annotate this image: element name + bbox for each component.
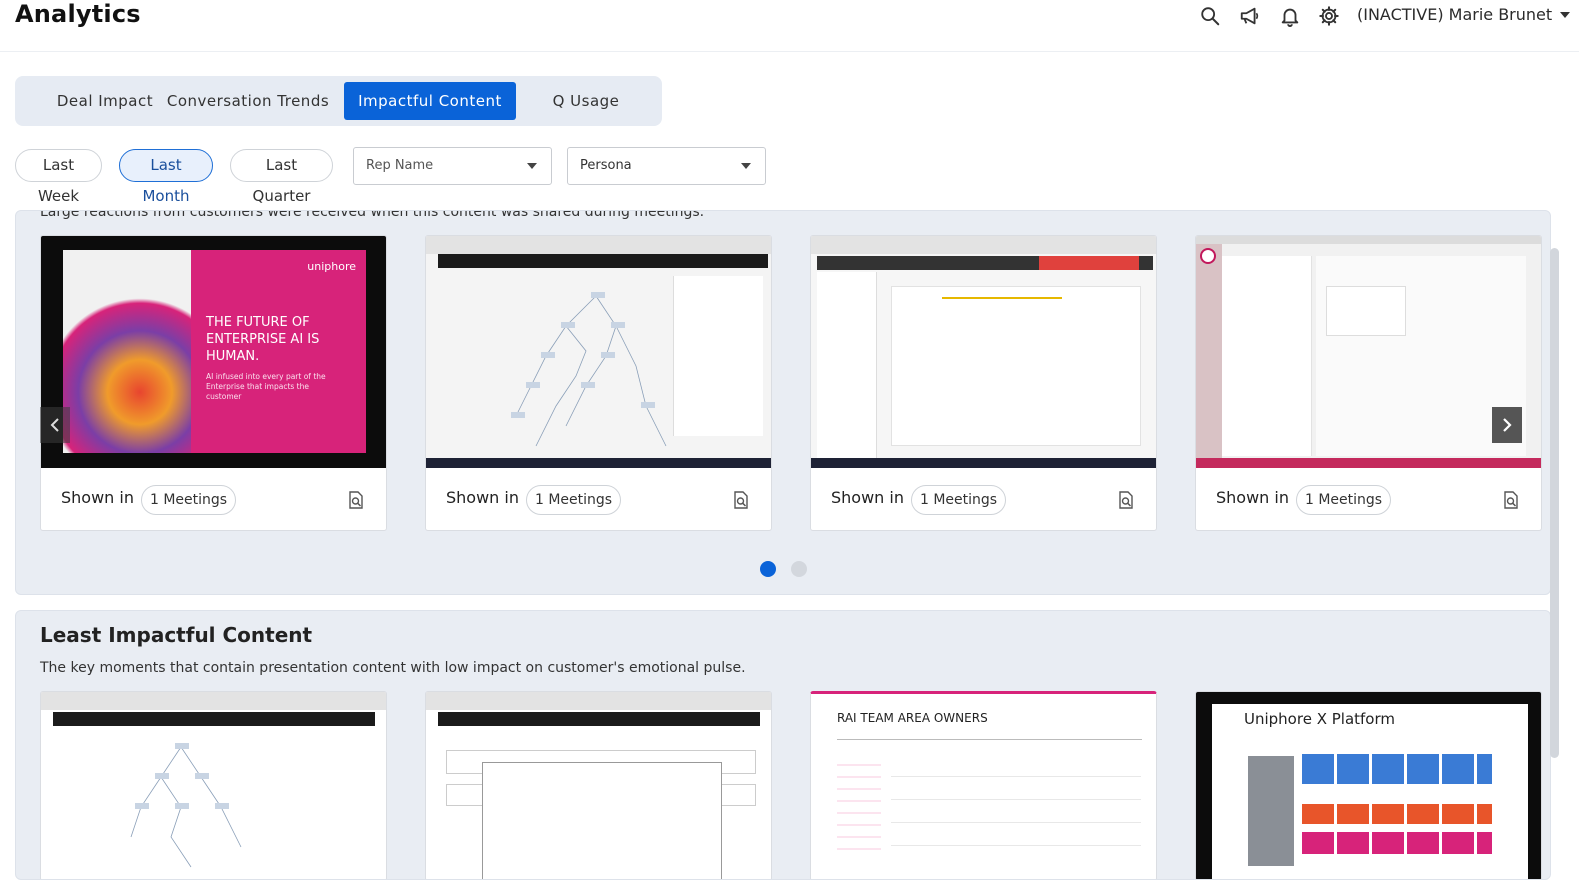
shown-in-label: Shown in — [446, 488, 519, 507]
content-card[interactable]: Uniphore X Platform — [1195, 691, 1542, 879]
slide-heading: THE FUTURE OF ENTERPRISE AI IS HUMAN. — [206, 315, 320, 364]
side-panel — [673, 276, 763, 436]
meetings-count-badge[interactable]: 1 Meetings — [1296, 485, 1392, 515]
gear-icon[interactable] — [1317, 4, 1341, 28]
dock — [1196, 458, 1541, 468]
least-impactful-section: Least Impactful Content The key moments … — [15, 610, 1551, 880]
page-title: Analytics — [15, 0, 141, 28]
error-banner — [1039, 256, 1139, 270]
shown-in-label: Shown in — [1216, 488, 1289, 507]
tab-deal-impact[interactable]: Deal Impact — [30, 82, 180, 120]
app-toolbar — [438, 712, 760, 726]
content-card[interactable]: Shown in 1 Meetings — [1195, 235, 1542, 531]
filter-last-month[interactable]: Last Month — [119, 149, 213, 205]
chat-sidebar — [1196, 244, 1222, 458]
table-body — [891, 754, 1141, 854]
slide-magenta-panel: uniphore THE FUTURE OF ENTERPRISE AI IS … — [191, 250, 366, 453]
shown-in-label: Shown in — [61, 488, 134, 507]
browser-bar — [41, 692, 386, 710]
chat-attachment — [1326, 286, 1406, 336]
taskbar — [811, 458, 1156, 468]
document-search-icon[interactable] — [346, 490, 366, 510]
browser-bar — [426, 236, 771, 254]
flow-diagram — [130, 743, 242, 868]
slide-image: Uniphore X Platform — [1212, 704, 1528, 879]
table-column — [837, 754, 881, 854]
content-card[interactable]: uniphore THE FUTURE OF ENTERPRISE AI IS … — [40, 235, 387, 531]
app-header: Analytics (INACTIVE) Marie Brunet — [0, 0, 1579, 52]
chevron-down-icon — [527, 163, 537, 169]
app-toolbar — [53, 712, 375, 726]
content-card[interactable]: RAI TEAM AREA OWNERS — [810, 691, 1157, 879]
platform-label-column — [1248, 756, 1294, 866]
document-search-icon[interactable] — [1116, 490, 1136, 510]
analytics-tabs: Deal Impact Conversation Trends Impactfu… — [15, 76, 662, 126]
app-toolbar — [438, 254, 768, 268]
carousel-next-button[interactable] — [1492, 407, 1522, 443]
modal-dialog — [482, 762, 722, 879]
section-title: Least Impactful Content — [40, 623, 313, 647]
slide-title: RAI TEAM AREA OWNERS — [837, 711, 988, 725]
carousel-dot-1[interactable] — [760, 561, 776, 577]
user-name: (INACTIVE) Marie Brunet — [1357, 5, 1553, 24]
tab-q-usage[interactable]: Q Usage — [516, 82, 656, 120]
form-line — [942, 297, 1062, 299]
tab-impactful-content[interactable]: Impactful Content — [344, 82, 516, 120]
slide-thumbnail[interactable] — [426, 236, 771, 468]
chat-list — [1222, 256, 1312, 456]
section-description: Large reactions from customers were rece… — [40, 210, 705, 220]
user-menu[interactable]: (INACTIVE) Marie Brunet — [1357, 5, 1571, 24]
page-scrollbar[interactable] — [1550, 248, 1559, 758]
most-impactful-section: Large reactions from customers were rece… — [15, 210, 1551, 595]
slide-thumbnail[interactable]: uniphore THE FUTURE OF ENTERPRISE AI IS … — [41, 236, 386, 468]
dancer-illustration — [63, 250, 191, 453]
slide-thumbnail[interactable] — [811, 236, 1156, 468]
browser-bar — [811, 236, 1156, 254]
shown-in-label: Shown in — [831, 488, 904, 507]
section-description: The key moments that contain presentatio… — [40, 660, 746, 676]
document-search-icon[interactable] — [731, 490, 751, 510]
meetings-count-badge[interactable]: 1 Meetings — [911, 485, 1007, 515]
slide-title: Uniphore X Platform — [1244, 710, 1395, 728]
slide-subtext: AI infused into every part of the Enterp… — [206, 372, 326, 401]
megaphone-icon[interactable] — [1238, 4, 1262, 28]
document-search-icon[interactable] — [1501, 490, 1521, 510]
platform-row-orange — [1302, 804, 1492, 824]
search-icon[interactable] — [1198, 4, 1222, 28]
persona-placeholder: Persona — [580, 158, 632, 173]
carousel-dot-2[interactable] — [791, 561, 807, 577]
content-card[interactable] — [425, 691, 772, 879]
form-panel — [891, 286, 1141, 446]
meetings-count-badge[interactable]: 1 Meetings — [141, 485, 237, 515]
meetings-count-badge[interactable]: 1 Meetings — [526, 485, 622, 515]
chevron-right-icon — [1503, 418, 1512, 432]
tab-conversation-trends[interactable]: Conversation Trends — [163, 82, 333, 120]
mac-menubar — [1196, 236, 1541, 244]
browser-bar — [426, 692, 771, 710]
chevron-down-icon — [1560, 11, 1571, 18]
persona-select[interactable]: Persona — [567, 147, 766, 185]
taskbar — [426, 458, 771, 468]
slide-image: uniphore THE FUTURE OF ENTERPRISE AI IS … — [63, 250, 366, 453]
filter-last-quarter[interactable]: Last Quarter — [230, 149, 333, 205]
content-card[interactable]: Shown in 1 Meetings — [425, 235, 772, 531]
rep-name-select[interactable]: Rep Name — [353, 147, 552, 185]
platform-row-blue — [1302, 754, 1492, 784]
rep-name-placeholder: Rep Name — [366, 158, 434, 173]
app-logo — [1200, 248, 1216, 264]
chevron-left-icon — [50, 418, 59, 432]
carousel-prev-button[interactable] — [40, 407, 70, 443]
nav-panel — [817, 272, 877, 458]
chevron-down-icon — [741, 163, 751, 169]
table-rule — [837, 739, 1142, 740]
slide-thumbnail[interactable] — [1196, 236, 1541, 468]
content-card[interactable]: Shown in 1 Meetings — [810, 235, 1157, 531]
slide-brand: uniphore — [307, 260, 356, 273]
content-card[interactable] — [40, 691, 387, 879]
filter-last-week[interactable]: Last Week — [15, 149, 102, 205]
platform-row-magenta — [1302, 832, 1492, 854]
bell-icon[interactable] — [1278, 4, 1302, 28]
